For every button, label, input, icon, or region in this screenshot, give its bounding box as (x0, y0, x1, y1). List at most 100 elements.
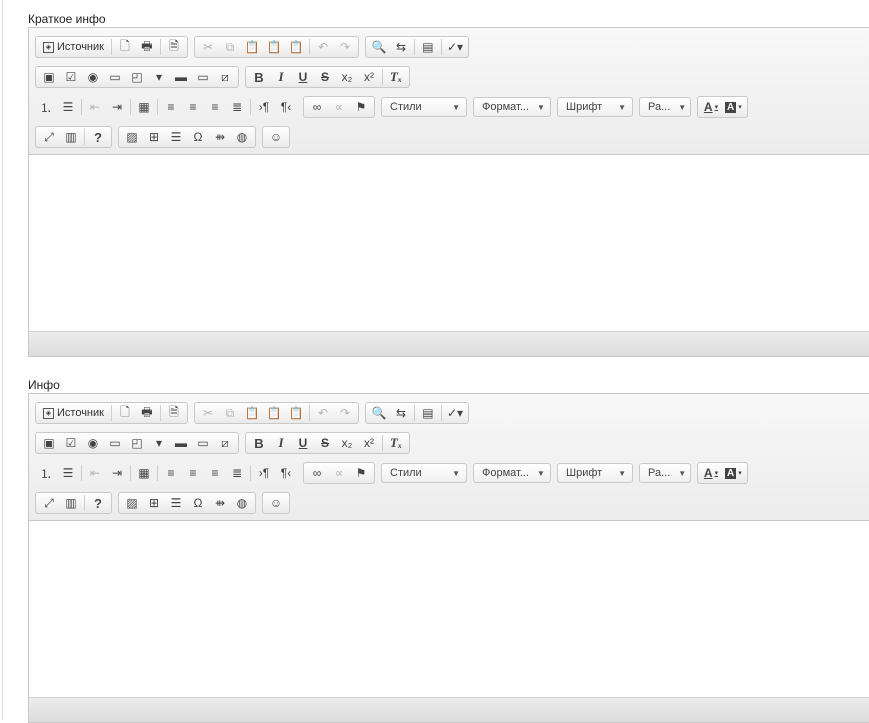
image-icon[interactable]: ▨ (122, 494, 142, 512)
unlink-icon[interactable]: ∝ (329, 464, 349, 482)
align-left-icon[interactable]: ≡ (161, 464, 181, 482)
indent-icon[interactable]: ⇥ (107, 464, 127, 482)
form-icon[interactable]: ▣ (39, 68, 59, 86)
show-blocks-icon[interactable]: ▥ (61, 494, 81, 512)
preview-icon[interactable]: 🗋 (115, 38, 135, 56)
help-button[interactable]: ? (88, 494, 108, 512)
format-dropdown[interactable]: Формат... ▼ (473, 463, 551, 483)
undo-icon[interactable]: ↶ (313, 38, 333, 56)
italic-icon[interactable]: I (271, 68, 291, 86)
hidden-field-icon[interactable]: ⧄ (215, 434, 235, 452)
bulleted-list-icon[interactable]: ☰ (58, 98, 78, 116)
image-button-icon[interactable]: ▭ (193, 434, 213, 452)
checkbox-icon[interactable]: ☑ (61, 434, 81, 452)
select-icon[interactable]: ▾ (149, 434, 169, 452)
iframe-icon[interactable]: ◍ (232, 128, 252, 146)
paste-word-icon[interactable]: 📋 (286, 404, 306, 422)
button-icon[interactable]: ▬ (171, 434, 191, 452)
smiley-icon[interactable]: ☺ (266, 128, 286, 146)
justify-icon[interactable]: ≣ (227, 464, 247, 482)
div-icon[interactable]: ▦ (134, 98, 154, 116)
styles-dropdown[interactable]: Стили ▼ (381, 463, 467, 483)
special-char-icon[interactable]: Ω (188, 128, 208, 146)
maximize-icon[interactable]: ⤢ (39, 494, 59, 512)
templates-icon[interactable]: 🗎 (164, 404, 184, 422)
unlink-icon[interactable]: ∝ (329, 98, 349, 116)
bold-icon[interactable]: B (249, 434, 269, 452)
spellcheck-icon[interactable]: ✓▾ (445, 38, 465, 56)
format-dropdown[interactable]: Формат... ▼ (473, 97, 551, 117)
anchor-icon[interactable]: ⚑ (351, 98, 371, 116)
replace-icon[interactable]: ⇆ (391, 404, 411, 422)
horizontal-rule-icon[interactable]: ☰ (166, 128, 186, 146)
paste-text-icon[interactable]: 📋 (264, 38, 284, 56)
find-icon[interactable]: 🔍 (369, 38, 389, 56)
font-dropdown[interactable]: Шрифт ▼ (557, 463, 633, 483)
editor-content-area[interactable] (29, 155, 869, 333)
image-icon[interactable]: ▨ (122, 128, 142, 146)
strike-icon[interactable]: S (315, 434, 335, 452)
text-color-button[interactable]: A ▾ (701, 98, 721, 116)
italic-icon[interactable]: I (271, 434, 291, 452)
copy-icon[interactable]: ⧉ (220, 404, 240, 422)
print-icon[interactable]: 🖶 (137, 38, 157, 56)
subscript-icon[interactable]: x₂ (337, 68, 357, 86)
text-field-icon[interactable]: ▭ (105, 434, 125, 452)
undo-icon[interactable]: ↶ (313, 404, 333, 422)
select-icon[interactable]: ▾ (149, 68, 169, 86)
paste-word-icon[interactable]: 📋 (286, 38, 306, 56)
help-button[interactable]: ? (88, 128, 108, 146)
textarea-icon[interactable]: ◰ (127, 68, 147, 86)
superscript-icon[interactable]: x² (359, 68, 379, 86)
text-color-button[interactable]: A ▾ (701, 464, 721, 482)
underline-icon[interactable]: U (293, 68, 313, 86)
radio-icon[interactable]: ◉ (83, 434, 103, 452)
editor-content-area[interactable] (29, 521, 869, 699)
superscript-icon[interactable]: x² (359, 434, 379, 452)
horizontal-rule-icon[interactable]: ☰ (166, 494, 186, 512)
form-icon[interactable]: ▣ (39, 434, 59, 452)
spellcheck-icon[interactable]: ✓▾ (445, 404, 465, 422)
source-button[interactable]: ◈ Источник (39, 404, 108, 422)
font-dropdown[interactable]: Шрифт ▼ (557, 97, 633, 117)
remove-format-icon[interactable]: Tₓ (386, 68, 406, 86)
align-right-icon[interactable]: ≡ (205, 464, 225, 482)
justify-icon[interactable]: ≣ (227, 98, 247, 116)
image-button-icon[interactable]: ▭ (193, 68, 213, 86)
source-button[interactable]: ◈ Источник (39, 38, 108, 56)
rtl-icon[interactable]: ¶‹ (276, 464, 296, 482)
underline-icon[interactable]: U (293, 434, 313, 452)
page-break-icon[interactable]: ⇻ (210, 494, 230, 512)
select-all-icon[interactable]: ▤ (418, 404, 438, 422)
text-field-icon[interactable]: ▭ (105, 68, 125, 86)
styles-dropdown[interactable]: Стили ▼ (381, 97, 467, 117)
paste-text-icon[interactable]: 📋 (264, 404, 284, 422)
show-blocks-icon[interactable]: ▥ (61, 128, 81, 146)
strike-icon[interactable]: S (315, 68, 335, 86)
bold-icon[interactable]: B (249, 68, 269, 86)
size-dropdown[interactable]: Ра... ▼ (639, 97, 691, 117)
page-break-icon[interactable]: ⇻ (210, 128, 230, 146)
subscript-icon[interactable]: x₂ (337, 434, 357, 452)
ltr-icon[interactable]: ›¶ (254, 98, 274, 116)
paste-icon[interactable]: 📋 (242, 404, 262, 422)
button-icon[interactable]: ▬ (171, 68, 191, 86)
align-right-icon[interactable]: ≡ (205, 98, 225, 116)
bg-color-button[interactable]: A ▾ (723, 98, 744, 116)
numbered-list-icon[interactable]: ⒈ (36, 98, 56, 116)
bulleted-list-icon[interactable]: ☰ (58, 464, 78, 482)
redo-icon[interactable]: ↷ (335, 404, 355, 422)
special-char-icon[interactable]: Ω (188, 494, 208, 512)
checkbox-icon[interactable]: ☑ (61, 68, 81, 86)
link-icon[interactable]: ∞ (307, 98, 327, 116)
select-all-icon[interactable]: ▤ (418, 38, 438, 56)
outdent-icon[interactable]: ⇤ (85, 464, 105, 482)
cut-icon[interactable]: ✂ (198, 404, 218, 422)
paste-icon[interactable]: 📋 (242, 38, 262, 56)
maximize-icon[interactable]: ⤢ (39, 128, 59, 146)
indent-icon[interactable]: ⇥ (107, 98, 127, 116)
preview-icon[interactable]: 🗋 (115, 404, 135, 422)
templates-icon[interactable]: 🗎 (164, 38, 184, 56)
numbered-list-icon[interactable]: ⒈ (36, 464, 56, 482)
outdent-icon[interactable]: ⇤ (85, 98, 105, 116)
